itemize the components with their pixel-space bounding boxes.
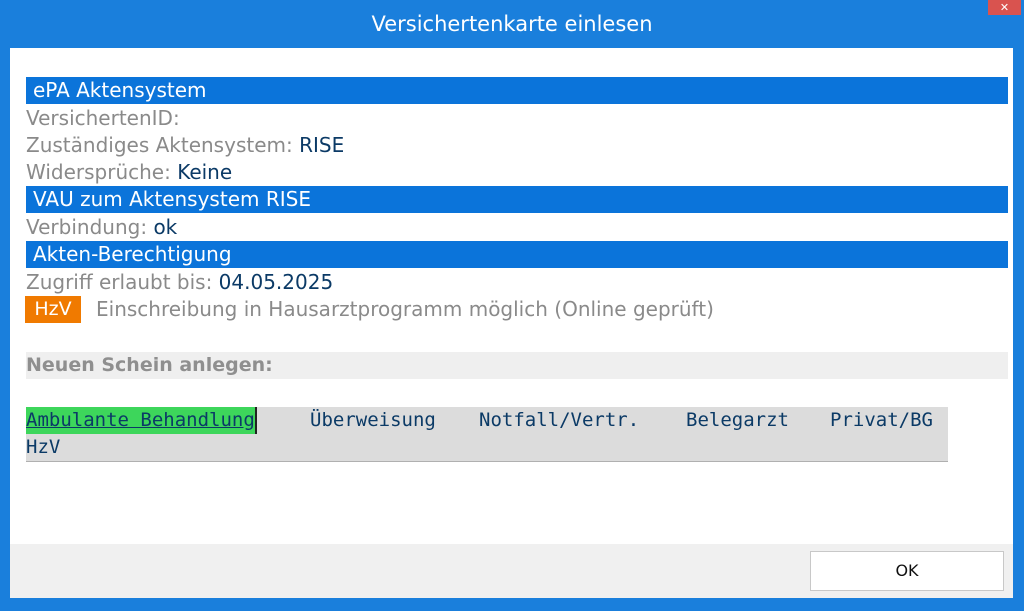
widersprueche-row: Widersprüche: Keine — [26, 159, 232, 185]
schein-type-list[interactable]: Ambulante Behandlung Überweisung Notfall… — [26, 407, 948, 462]
verbindung-label: Verbindung: — [26, 215, 148, 239]
widersprueche-label: Widersprüche: — [26, 160, 171, 184]
verbindung-value: ok — [153, 215, 178, 239]
schein-option-belegarzt[interactable]: Belegarzt — [686, 407, 789, 434]
aktensystem-row: Zuständiges Aktensystem: RISE — [26, 132, 344, 158]
section-header-epa: ePA Aktensystem — [26, 77, 1008, 104]
zugriff-row: Zugriff erlaubt bis: 04.05.2025 — [26, 269, 333, 295]
aktensystem-value: RISE — [299, 133, 345, 157]
versicherten-id-label: VersichertenID: — [26, 106, 180, 130]
close-icon: ✕ — [999, 1, 1010, 14]
section-header-vau: VAU zum Aktensystem RISE — [26, 186, 1008, 213]
neuer-schein-header: Neuen Schein anlegen: — [26, 352, 1008, 379]
schein-option-privat-bg[interactable]: Privat/BG — [830, 407, 933, 434]
section-header-berechtigung: Akten-Berechtigung — [26, 241, 1008, 268]
dialog-content: ePA Aktensystem VersichertenID: Zuständi… — [10, 48, 1013, 598]
neuer-schein-label: Neuen Schein anlegen: — [26, 354, 273, 376]
hzv-status-text: Einschreibung in Hausarztprogramm möglic… — [96, 297, 714, 321]
versicherten-id-row: VersichertenID: — [26, 105, 180, 131]
schein-option-hzv[interactable]: HzV — [26, 434, 60, 461]
aktensystem-label: Zuständiges Aktensystem: — [26, 133, 293, 157]
schein-option-ueberweisung[interactable]: Überweisung — [310, 407, 436, 434]
schein-option-notfall[interactable]: Notfall/Vertr. — [479, 407, 639, 434]
title-bar[interactable]: Versichertenkarte einlesen ✕ — [0, 0, 1024, 48]
button-bar: OK — [10, 544, 1013, 598]
dialog-window: Versichertenkarte einlesen ✕ ePA Aktensy… — [0, 0, 1024, 611]
ok-button[interactable]: OK — [810, 551, 1004, 591]
zugriff-label: Zugriff erlaubt bis: — [26, 270, 213, 294]
hzv-badge: HzV — [25, 296, 81, 323]
verbindung-row: Verbindung: ok — [26, 214, 177, 240]
schein-option-ambulante-behandlung[interactable]: Ambulante Behandlung — [26, 407, 257, 434]
zugriff-value: 04.05.2025 — [218, 270, 334, 294]
close-button[interactable]: ✕ — [988, 0, 1021, 15]
window-title: Versichertenkarte einlesen — [371, 12, 653, 36]
widersprueche-value: Keine — [177, 160, 233, 184]
